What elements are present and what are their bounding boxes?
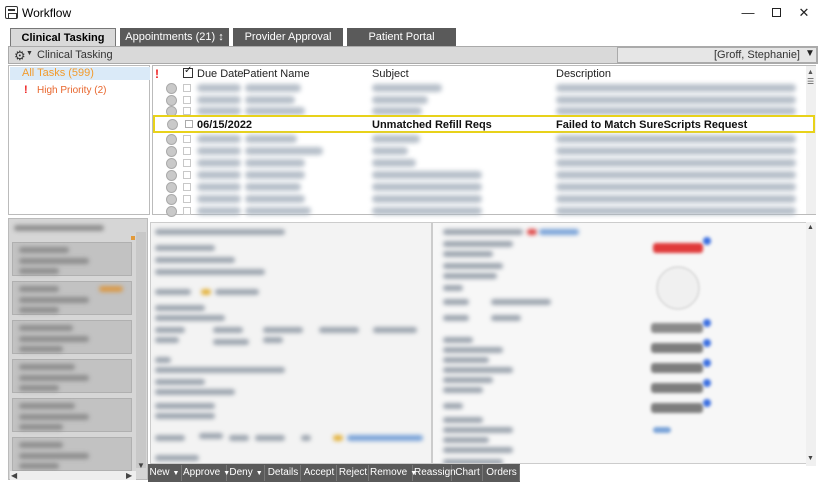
new-button[interactable]: New ▼	[148, 465, 182, 481]
task-status-icon	[167, 119, 178, 130]
appointment-card[interactable]	[12, 281, 132, 315]
detail-scrollbar[interactable]	[806, 222, 816, 466]
tab-appointments[interactable]: Appointments (21) ↕	[120, 28, 229, 46]
scroll-down-icon[interactable]: ▼	[807, 455, 814, 462]
accent-marker	[131, 236, 135, 240]
remove-button[interactable]: Remove ▼	[370, 465, 417, 481]
task-status-icon	[166, 134, 177, 145]
sidebar-item-high-priority[interactable]: High Priority (2)	[37, 85, 106, 96]
table-row[interactable]	[153, 170, 805, 182]
exclamation-icon: !	[24, 84, 28, 96]
row-subject: Unmatched Refill Reqs	[372, 119, 492, 131]
table-row[interactable]	[153, 83, 805, 95]
appointment-card[interactable]	[12, 320, 132, 354]
row-description: Failed to Match SureScripts Request	[556, 119, 748, 131]
patient-name-column-header[interactable]: Patient Name	[243, 68, 310, 80]
table-row[interactable]	[153, 194, 805, 206]
scroll-down-icon[interactable]: ▼	[137, 461, 145, 470]
caret-down-icon: ▼	[172, 470, 180, 477]
app-icon	[5, 6, 18, 19]
window-title: Workflow	[22, 6, 72, 20]
scroll-left-icon[interactable]: ◀	[11, 471, 17, 480]
reject-button[interactable]: Reject	[338, 465, 369, 481]
orders-button[interactable]: Orders	[484, 465, 520, 481]
task-status-icon	[166, 146, 177, 157]
approve-button[interactable]: Approve ▼	[183, 465, 230, 481]
appointments-hscrollbar[interactable]	[10, 471, 136, 480]
toolbar-title: Clinical Tasking	[37, 49, 113, 61]
tab-patient-portal[interactable]: Patient Portal	[347, 28, 456, 46]
appointments-scrollbar[interactable]	[136, 232, 146, 468]
grid-scrollbar[interactable]	[806, 66, 816, 214]
close-button[interactable]: ✕	[790, 3, 818, 23]
row-checkbox[interactable]	[183, 183, 191, 191]
task-status-icon	[166, 170, 177, 181]
maximize-icon	[771, 8, 781, 17]
task-status-icon	[166, 95, 177, 106]
row-checkbox[interactable]	[183, 171, 191, 179]
row-checkbox[interactable]	[183, 147, 191, 155]
row-checkbox[interactable]	[183, 96, 191, 104]
sort-filter-icon[interactable]: ▽	[234, 69, 240, 78]
task-status-icon	[166, 83, 177, 94]
row-checkbox[interactable]	[183, 135, 191, 143]
row-checkbox[interactable]	[183, 159, 191, 167]
sidebar-item-label[interactable]: All Tasks (599)	[22, 67, 94, 79]
table-row[interactable]	[153, 206, 805, 218]
table-row[interactable]	[153, 158, 805, 170]
appointment-card[interactable]	[12, 437, 132, 471]
tab-clinical-tasking[interactable]: Clinical Tasking (599)	[10, 28, 116, 62]
table-row[interactable]	[153, 134, 805, 146]
task-detail-panel	[150, 222, 432, 464]
maximize-button[interactable]	[762, 3, 790, 23]
appointments-header	[12, 224, 132, 232]
title-bar	[0, 0, 820, 26]
scroll-right-icon[interactable]: ▶	[126, 471, 132, 480]
task-status-icon	[166, 158, 177, 169]
task-status-icon	[166, 206, 177, 217]
patient-info-panel	[432, 222, 808, 464]
appointment-card[interactable]	[12, 242, 132, 276]
row-checkbox[interactable]	[183, 207, 191, 215]
subject-column-header[interactable]: Subject	[372, 68, 409, 80]
row-checkbox[interactable]	[185, 120, 193, 128]
appointment-card[interactable]	[12, 398, 132, 432]
caret-down-icon: ▼	[255, 470, 263, 477]
table-row[interactable]	[153, 182, 805, 194]
chart-button[interactable]: Chart	[453, 465, 483, 481]
scroll-up-icon[interactable]: ▲	[807, 224, 814, 231]
minimize-button[interactable]: —	[734, 3, 762, 23]
table-row[interactable]	[153, 146, 805, 158]
reassign-button[interactable]: Reassign	[414, 465, 456, 481]
appointment-card[interactable]	[12, 359, 132, 393]
provider-value: [Groff, Stephanie]	[713, 49, 800, 61]
column-chooser-icon[interactable]: ☰	[807, 77, 814, 86]
task-status-icon	[166, 182, 177, 193]
patient-avatar	[656, 266, 700, 310]
description-column-header[interactable]: Description	[556, 68, 611, 80]
caret-down-icon[interactable]: ▼	[26, 50, 33, 57]
task-status-icon	[166, 194, 177, 205]
row-checkbox[interactable]	[183, 84, 191, 92]
dropdown-arrow-icon[interactable]: ▼	[805, 48, 815, 59]
scroll-up-icon[interactable]: ▲	[807, 69, 814, 76]
details-button[interactable]: Details	[266, 465, 301, 481]
row-due-date: 06/15/2022	[197, 119, 253, 131]
row-checkbox[interactable]	[183, 107, 191, 115]
row-checkbox[interactable]	[183, 195, 191, 203]
tab-provider-approval-queue[interactable]: Provider Approval Queue	[233, 28, 343, 61]
select-all-checkbox[interactable]	[183, 65, 193, 78]
accept-button[interactable]: Accept	[302, 465, 337, 481]
priority-column-header[interactable]: !	[155, 67, 159, 81]
gear-icon[interactable]: ⚙	[14, 48, 26, 64]
deny-button[interactable]: Deny ▼	[228, 465, 265, 481]
